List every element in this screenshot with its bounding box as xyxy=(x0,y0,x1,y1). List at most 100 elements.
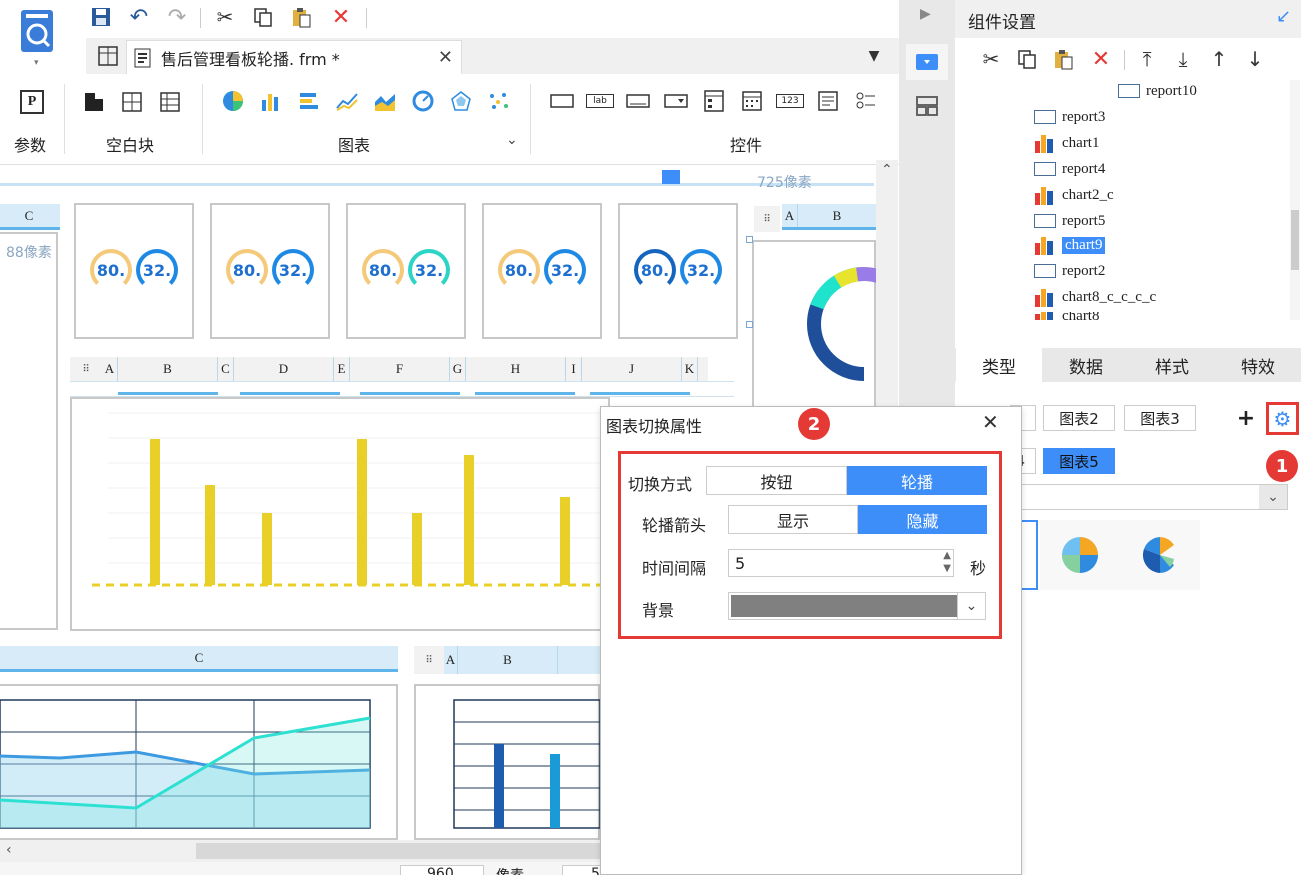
date-widget-icon[interactable] xyxy=(738,88,766,114)
chevron-down-icon[interactable]: ⌄ xyxy=(1259,485,1287,509)
copy-icon[interactable] xyxy=(1014,46,1040,72)
chart-group-expand-icon[interactable]: ⌄ xyxy=(506,132,518,148)
gauge-block[interactable]: 80. 32. xyxy=(74,203,194,339)
grid-view-icon[interactable] xyxy=(96,44,120,68)
paste-icon[interactable] xyxy=(288,4,314,30)
tree-item[interactable]: report10 xyxy=(1118,80,1197,102)
cut-icon[interactable]: ✂ xyxy=(978,46,1004,72)
gauge-block[interactable]: 80. 32. xyxy=(210,203,330,339)
redo-icon[interactable]: ↷ xyxy=(164,4,190,30)
tree-item[interactable]: chart9 xyxy=(1034,234,1106,256)
move-down-icon[interactable]: ↓ xyxy=(1242,46,1268,72)
size-input[interactable]: 960 xyxy=(400,865,484,875)
tab-menu-icon[interactable]: ▼ xyxy=(862,44,886,68)
gauge-block[interactable]: 80. 32. xyxy=(482,203,602,339)
background-color-select[interactable]: ⌄ xyxy=(728,592,986,620)
chart-chip-2[interactable]: 图表2 xyxy=(1043,405,1115,431)
area-chart-icon[interactable] xyxy=(372,88,398,114)
parameter-icon[interactable]: P xyxy=(20,90,44,114)
chevron-down-icon[interactable]: ⌄ xyxy=(957,593,985,619)
move-up-icon[interactable]: ↑ xyxy=(1206,46,1232,72)
text-widget-icon[interactable] xyxy=(548,90,576,112)
layout-tab-icon[interactable] xyxy=(906,88,948,124)
tree-item[interactable]: report5 xyxy=(1034,210,1105,232)
tree-item[interactable]: report4 xyxy=(1034,158,1105,180)
scatter-chart-icon[interactable] xyxy=(486,88,512,114)
close-tab-icon[interactable]: ✕ xyxy=(438,47,453,68)
ruler-width-marker[interactable] xyxy=(662,170,680,184)
chart-chip-5[interactable]: 图表5 xyxy=(1043,448,1115,474)
gauge-chart-icon[interactable] xyxy=(410,88,436,114)
scroll-thumb[interactable] xyxy=(196,843,600,859)
horizontal-bar-chart-icon[interactable] xyxy=(296,88,322,114)
tab-data[interactable]: 数据 xyxy=(1043,348,1129,382)
delete-icon[interactable]: ✕ xyxy=(328,4,354,30)
tree-item[interactable]: report2 xyxy=(1034,260,1105,282)
dialog-close-icon[interactable]: ✕ xyxy=(982,410,999,434)
move-top-icon[interactable]: ⤒ xyxy=(1134,46,1160,72)
textbox-widget-icon[interactable] xyxy=(624,90,652,112)
tree-widget-icon[interactable] xyxy=(700,88,728,114)
blank-block-absolute-icon[interactable] xyxy=(82,90,106,114)
switch-mode-carousel[interactable]: 轮播 xyxy=(847,466,987,495)
editor-tab[interactable]: 售后管理看板轮播. frm * ✕ xyxy=(126,40,462,74)
copy-icon[interactable] xyxy=(250,4,276,30)
tab-style[interactable]: 样式 xyxy=(1129,348,1215,382)
tree-scrollbar[interactable] xyxy=(1290,80,1300,320)
scroll-up-icon[interactable]: ⌃ xyxy=(881,162,893,178)
column-chart-block[interactable] xyxy=(414,684,601,840)
save-icon[interactable] xyxy=(88,4,114,30)
carousel-arrow-hide[interactable]: 隐藏 xyxy=(858,505,987,534)
carousel-arrow-show[interactable]: 显示 xyxy=(728,505,858,534)
left-block-frame[interactable] xyxy=(0,232,58,630)
undo-icon[interactable]: ↶ xyxy=(126,4,152,30)
textarea-widget-icon[interactable] xyxy=(814,88,842,114)
combo-widget-icon[interactable] xyxy=(662,90,690,112)
horizontal-scrollbar[interactable]: ‹ xyxy=(0,840,600,862)
minimize-panel-icon[interactable]: ↙ xyxy=(1276,6,1291,27)
grid-handle-icon[interactable]: ⠿ xyxy=(414,646,444,674)
right-block-handle-icon[interactable]: ⠿ xyxy=(754,206,780,232)
stepper-down-icon[interactable]: ▼ xyxy=(943,563,951,574)
tree-item[interactable]: chart8 xyxy=(1034,312,1099,320)
gauge-block[interactable]: 80. 32. xyxy=(618,203,738,339)
tree-item[interactable]: chart2_c xyxy=(1034,184,1114,206)
grid-handle-icon[interactable]: ⠿ xyxy=(70,357,102,381)
radar-chart-icon[interactable] xyxy=(448,88,474,114)
stepper-up-icon[interactable]: ▲ xyxy=(943,550,951,561)
blank-block-split-icon[interactable] xyxy=(120,90,144,114)
size-extra-input[interactable]: 5 xyxy=(562,865,600,875)
rose-pie-thumb[interactable] xyxy=(1120,520,1200,590)
donut-chart-block[interactable] xyxy=(752,240,921,410)
delete-icon[interactable]: ✕ xyxy=(1088,46,1114,72)
bar-chart-block[interactable] xyxy=(70,397,610,631)
tree-item[interactable]: chart1 xyxy=(1034,132,1099,154)
label-widget-icon[interactable]: lab xyxy=(586,94,614,108)
scroll-left-icon[interactable]: ‹ xyxy=(6,842,12,858)
interval-input[interactable]: 5 ▲ ▼ xyxy=(728,549,954,577)
resize-handle[interactable] xyxy=(746,321,753,328)
logo-dropdown-icon[interactable]: ▾ xyxy=(34,58,39,68)
tree-item[interactable]: chart8_c_c_c_c xyxy=(1034,286,1156,308)
switch-mode-button[interactable]: 按钮 xyxy=(706,466,847,495)
number-widget-icon[interactable]: 123 xyxy=(776,94,804,108)
pie-chart-icon[interactable] xyxy=(220,88,246,114)
tab-effect[interactable]: 特效 xyxy=(1215,348,1301,382)
pie-thumb[interactable] xyxy=(1040,520,1120,590)
tab-type[interactable]: 类型 xyxy=(956,348,1042,382)
app-logo-icon[interactable] xyxy=(18,8,58,56)
paste-icon[interactable] xyxy=(1050,46,1076,72)
add-chart-icon[interactable]: + xyxy=(1234,406,1258,431)
line-area-chart-block[interactable] xyxy=(0,684,398,840)
blank-block-grid-icon[interactable] xyxy=(158,90,182,114)
cut-icon[interactable]: ✂ xyxy=(212,4,238,30)
resize-handle[interactable] xyxy=(746,236,753,243)
component-settings-tab-icon[interactable] xyxy=(906,44,948,80)
collapse-panel-icon[interactable]: ▶ xyxy=(920,6,931,22)
gear-icon[interactable]: ⚙ xyxy=(1270,406,1295,431)
bar-chart-icon[interactable] xyxy=(258,88,284,114)
line-chart-icon[interactable] xyxy=(334,88,360,114)
chart-chip-3[interactable]: 图表3 xyxy=(1124,405,1196,431)
chart-type-select[interactable]: ⌄ xyxy=(1006,484,1288,510)
tree-item[interactable]: report3 xyxy=(1034,106,1105,128)
